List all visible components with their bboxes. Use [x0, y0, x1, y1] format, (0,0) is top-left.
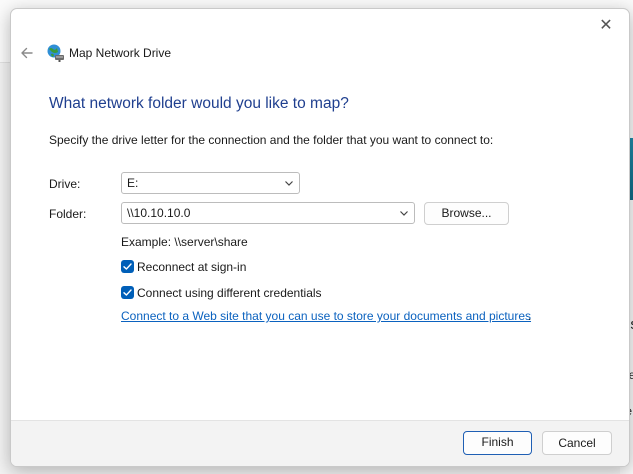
folder-input[interactable]: \\10.10.10.0	[121, 202, 415, 224]
folder-label: Folder:	[49, 207, 87, 221]
drive-select-value: E:	[127, 176, 139, 190]
chevron-down-icon	[400, 211, 408, 216]
close-button[interactable]: ✕	[595, 15, 617, 37]
page-heading: What network folder would you like to ma…	[49, 95, 349, 112]
back-arrow-icon	[21, 47, 33, 59]
map-network-drive-dialog: ✕ Map Network Drive What network folder …	[10, 8, 630, 467]
network-drive-icon	[46, 43, 66, 63]
credentials-label: Connect using different credentials	[137, 286, 322, 300]
folder-input-value: \\10.10.10.0	[127, 206, 191, 220]
dialog-footer: Finish Cancel	[11, 420, 629, 466]
close-icon: ✕	[599, 17, 613, 34]
credentials-checkbox[interactable]	[121, 286, 134, 299]
drive-select[interactable]: E:	[121, 172, 300, 194]
web-site-link[interactable]: Connect to a Web site that you can use t…	[121, 309, 531, 323]
reconnect-label: Reconnect at sign-in	[137, 260, 247, 274]
instructions-text: Specify the drive letter for the connect…	[49, 133, 494, 147]
reconnect-checkbox[interactable]	[121, 260, 134, 273]
drive-label: Drive:	[49, 177, 81, 191]
chevron-down-icon	[285, 181, 293, 186]
back-button[interactable]	[17, 43, 37, 63]
link-suffix: .	[528, 309, 532, 323]
finish-button[interactable]: Finish	[463, 431, 532, 455]
checkmark-icon	[123, 289, 132, 296]
cancel-button[interactable]: Cancel	[542, 431, 612, 455]
checkmark-icon	[123, 263, 132, 270]
window-title: Map Network Drive	[69, 46, 172, 60]
browse-button[interactable]: Browse...	[424, 202, 509, 225]
example-text: Example: \\server\share	[121, 235, 248, 249]
